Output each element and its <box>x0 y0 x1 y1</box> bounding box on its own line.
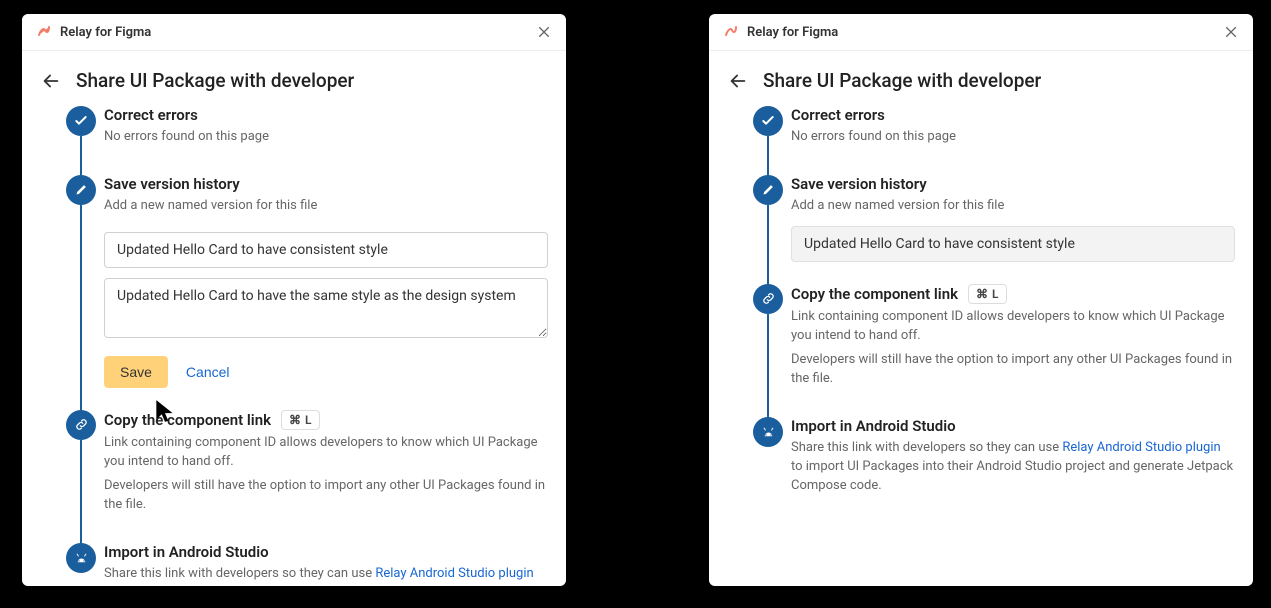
page-title: Share UI Package with developer <box>763 69 1041 92</box>
version-description-input[interactable] <box>104 278 548 338</box>
check-icon <box>753 106 783 136</box>
link-icon <box>753 284 783 314</box>
step-subtitle: No errors found on this page <box>791 128 1235 147</box>
title-bar: Share UI Package with developer <box>22 51 566 106</box>
step-title: Save version history <box>104 175 548 193</box>
step-description: Link containing component ID allows deve… <box>791 308 1235 346</box>
plugin-header: Relay for Figma <box>709 14 1253 51</box>
back-arrow-icon[interactable] <box>727 70 749 92</box>
step-correct-errors: Correct errors No errors found on this p… <box>727 106 1235 175</box>
plugin-name: Relay for Figma <box>60 25 151 40</box>
step-import-android: Import in Android Studio Share this link… <box>40 543 548 586</box>
step-subtitle: No errors found on this page <box>104 128 548 147</box>
step-title: Copy the component link ⌘ L <box>104 410 548 430</box>
step-subtitle: Add a new named version for this file <box>104 197 548 216</box>
version-name-readonly: Updated Hello Card to have consistent st… <box>791 226 1235 262</box>
save-button[interactable]: Save <box>104 356 168 388</box>
link-icon <box>66 410 96 440</box>
close-icon[interactable] <box>536 24 552 40</box>
step-title: Correct errors <box>791 106 1235 124</box>
step-description: Developers will still have the option to… <box>791 351 1235 389</box>
step-title: Save version history <box>791 175 1235 193</box>
steps-list: Correct errors No errors found on this p… <box>22 106 566 586</box>
check-icon <box>66 106 96 136</box>
step-save-version: Save version history Add a new named ver… <box>40 175 548 410</box>
android-icon <box>66 543 96 573</box>
cancel-button[interactable]: Cancel <box>186 364 230 380</box>
keyboard-shortcut: ⌘ L <box>968 284 1007 304</box>
step-title: Correct errors <box>104 106 548 124</box>
version-name-input[interactable] <box>104 232 548 268</box>
step-copy-link: Copy the component link ⌘ L Link contain… <box>40 410 548 543</box>
android-icon <box>753 417 783 447</box>
android-studio-plugin-link[interactable]: Relay Android Studio plugin <box>375 566 533 581</box>
relay-logo-icon <box>723 24 739 40</box>
relay-logo-icon <box>36 24 52 40</box>
close-icon[interactable] <box>1223 24 1239 40</box>
step-copy-link: Copy the component link ⌘ L Link contain… <box>727 284 1235 417</box>
keyboard-shortcut: ⌘ L <box>281 410 320 430</box>
step-description: Share this link with developers so they … <box>104 565 548 586</box>
step-title: Import in Android Studio <box>104 543 548 561</box>
step-description: Developers will still have the option to… <box>104 477 548 515</box>
step-title: Import in Android Studio <box>791 417 1235 435</box>
page-title: Share UI Package with developer <box>76 69 354 92</box>
back-arrow-icon[interactable] <box>40 70 62 92</box>
title-bar: Share UI Package with developer <box>709 51 1253 106</box>
steps-list: Correct errors No errors found on this p… <box>709 106 1253 520</box>
step-title: Copy the component link ⌘ L <box>791 284 1235 304</box>
android-studio-plugin-link[interactable]: Relay Android Studio plugin <box>1062 440 1220 455</box>
plugin-name: Relay for Figma <box>747 25 838 40</box>
pencil-icon <box>753 175 783 205</box>
dialog-editing: Relay for Figma Share UI Package with de… <box>22 14 566 586</box>
pencil-icon <box>66 175 96 205</box>
step-correct-errors: Correct errors No errors found on this p… <box>40 106 548 175</box>
button-row: Save Cancel <box>104 356 548 388</box>
step-save-version: Save version history Add a new named ver… <box>727 175 1235 284</box>
step-import-android: Import in Android Studio Share this link… <box>727 417 1235 496</box>
step-subtitle: Add a new named version for this file <box>791 197 1235 216</box>
dialog-saved: Relay for Figma Share UI Package with de… <box>709 14 1253 586</box>
plugin-header: Relay for Figma <box>22 14 566 51</box>
step-description: Link containing component ID allows deve… <box>104 434 548 472</box>
step-description: Share this link with developers so they … <box>791 439 1235 496</box>
